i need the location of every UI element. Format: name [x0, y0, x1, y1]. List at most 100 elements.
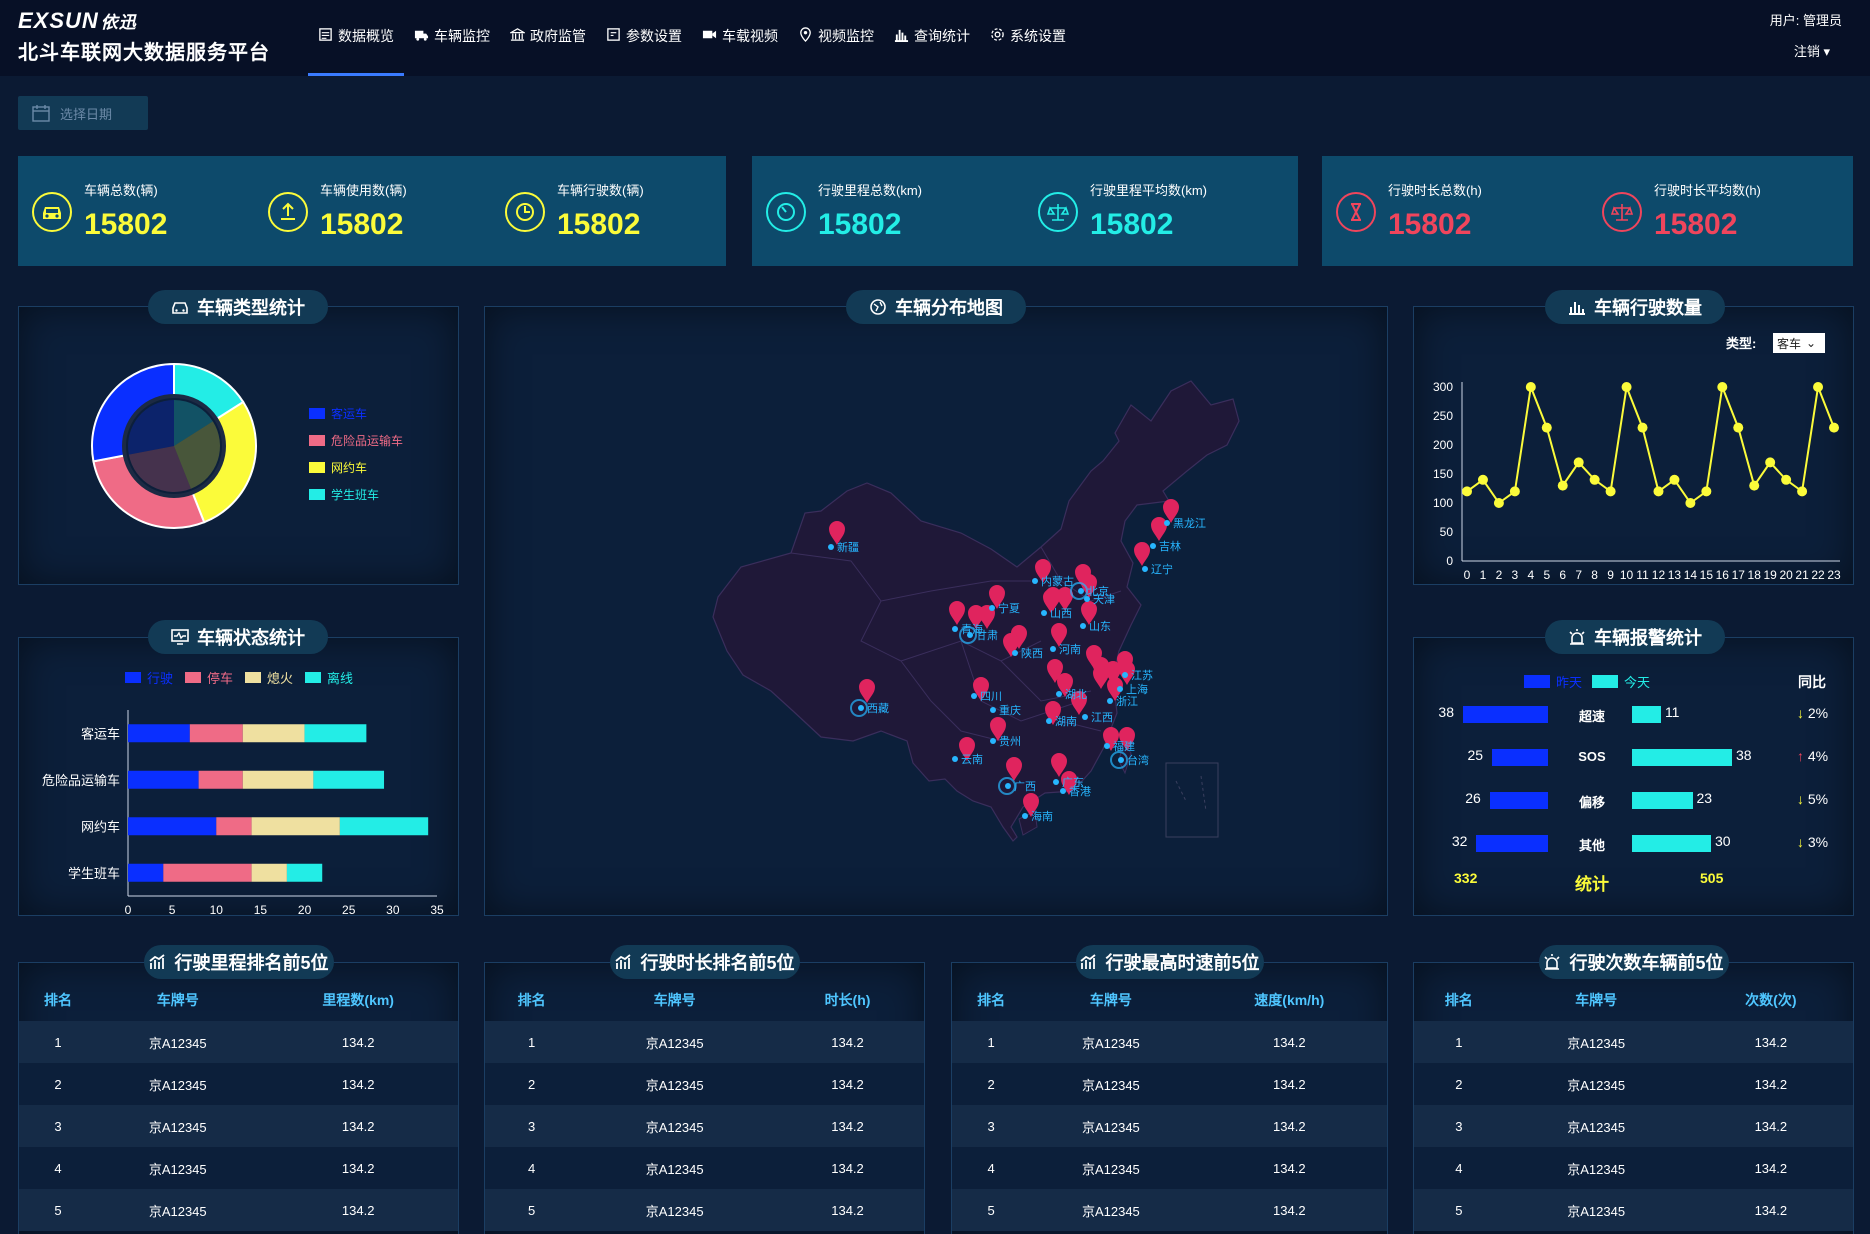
- ranking-panel-3: 排名 车牌号 次数(次) 1 京A12345 134.2 2 京A12345 134.2 3 京A1…: [1413, 962, 1854, 1234]
- table-row[interactable]: 5 京A12345 134.2: [952, 1189, 1387, 1231]
- nav-item-0[interactable]: 数据概览: [308, 0, 404, 76]
- table-cell: 2: [485, 1063, 579, 1105]
- ranking-title-2: 行驶最高时速前5位: [1075, 945, 1264, 979]
- table-row[interactable]: 4 京A12345 134.2: [952, 1147, 1387, 1189]
- bar-segment: [128, 724, 190, 743]
- mileage-stats-card: 行驶里程总数(km) 15802 行驶里程平均数(km) 15802: [752, 156, 1298, 266]
- legend-item[interactable]: 停车: [185, 668, 233, 687]
- map-label: 香港: [1069, 785, 1091, 798]
- table-cell: 京A12345: [578, 1105, 772, 1147]
- legend-label: 客运车: [331, 407, 368, 421]
- table-cell: 京A12345: [1030, 1105, 1192, 1147]
- legend-item[interactable]: 网约车: [309, 459, 403, 476]
- alarm-light-icon: [1544, 954, 1561, 970]
- nav-item-4[interactable]: 车载视频: [692, 0, 788, 76]
- table-row[interactable]: 5 京A12345 134.2: [1414, 1189, 1853, 1231]
- table-row[interactable]: 4 京A12345 134.2: [1414, 1147, 1853, 1189]
- date-picker[interactable]: 选择日期: [18, 96, 148, 130]
- table-cell: 4: [952, 1147, 1031, 1189]
- alarm-today-bar: [1632, 792, 1693, 809]
- legend-item[interactable]: 危险品运输车: [309, 432, 403, 449]
- legend-label: 熄火: [267, 671, 294, 686]
- bar-segment: [242, 770, 314, 789]
- table-row[interactable]: 4 京A12345 134.2: [485, 1147, 924, 1189]
- map-location-dot: [1122, 672, 1128, 678]
- map-location-dot: [967, 632, 973, 638]
- legend-item[interactable]: 学生班车: [309, 486, 403, 503]
- data-point: [1541, 422, 1552, 433]
- nav-item-6[interactable]: 查询统计: [884, 0, 980, 76]
- table-row[interactable]: 3 京A12345 134.2: [19, 1105, 458, 1147]
- nav-item-1[interactable]: 车辆监控: [404, 0, 500, 76]
- balance-scale-icon: [1038, 192, 1078, 232]
- map-marker-icon[interactable]: [1134, 542, 1150, 566]
- table-row[interactable]: 3 京A12345 134.2: [485, 1105, 924, 1147]
- table-row[interactable]: 3 京A12345 134.2: [1414, 1105, 1853, 1147]
- map-location-dot: [1142, 566, 1148, 572]
- table-row[interactable]: 2 京A12345 134.2: [485, 1063, 924, 1105]
- y-tick-label: 0: [1446, 554, 1453, 568]
- table-row[interactable]: 4 京A12345 134.2: [19, 1147, 458, 1189]
- panel-title-text: 行驶次数车辆前5位: [1569, 953, 1724, 973]
- vehicle-map-panel: 新疆 内蒙古 黑龙江 吉林 辽宁 北京 天津 宁夏 山西 山东 青海 甘肃 陕西 河南 江苏 四川 湖北 上海 浙江…: [484, 306, 1388, 916]
- legend-label: 网约车: [331, 461, 368, 475]
- logout-dropdown[interactable]: 注销 ▾: [1770, 41, 1830, 60]
- map-label: 福建: [1113, 739, 1135, 753]
- vehicle-status-panel: 行驶 停车 熄火 离线 0 5 10 15 20 25 30 35 客运车 危险品运输车 网约车 学生班车: [18, 637, 459, 917]
- panel-title-text: 车辆分布地图: [895, 298, 1003, 318]
- driving-count-title: 车辆行驶数量: [1545, 290, 1725, 324]
- table-row[interactable]: 1 京A12345 134.2: [1414, 1021, 1853, 1063]
- table-row[interactable]: 1 京A12345 134.2: [952, 1021, 1387, 1063]
- logo: EXSUN 依迅 北斗车联网大数据服务平台: [18, 8, 270, 65]
- vehicle-type-title: 车辆类型统计: [148, 290, 328, 324]
- column-header: 排名: [977, 992, 1006, 1008]
- map-label: 新疆: [837, 540, 859, 554]
- nav-item-7[interactable]: 系统设置: [980, 0, 1076, 76]
- table-row[interactable]: 3 京A12345 134.2: [952, 1105, 1387, 1147]
- map-label: 台湾: [1127, 753, 1149, 767]
- legend-item[interactable]: 离线: [305, 668, 353, 687]
- driving-count-panel: 类型: 客车 ⌄ 0 50 100 150 200 250 300 0 1 2 3 4 5 6 7 8 9 10 11…: [1413, 306, 1854, 585]
- table-row[interactable]: 1 京A12345 134.2: [19, 1021, 458, 1063]
- nav-item-2[interactable]: 政府监管: [500, 0, 596, 76]
- map-location-dot: [1060, 788, 1066, 794]
- table-cell: 2: [19, 1063, 98, 1105]
- ranking-table: 排名 车牌号 里程数(km) 1 京A12345 134.2 2 京A12345 134.2 3 京…: [19, 979, 458, 1231]
- logo-cn: 依迅: [100, 13, 137, 32]
- nav-item-5[interactable]: 视频监控: [788, 0, 884, 76]
- china-map[interactable]: 新疆内蒙古黑龙江吉林辽宁北京天津宁夏 山西山东青海甘肃陕西 河南江苏四川 湖北 上海浙江…: [485, 307, 1389, 917]
- data-point: [1621, 382, 1632, 392]
- nav-item-3[interactable]: 参数设置: [596, 0, 692, 76]
- data-point: [1653, 486, 1664, 497]
- table-row[interactable]: 1 京A12345 134.2: [485, 1021, 924, 1063]
- globe-icon: [870, 299, 886, 315]
- table-row[interactable]: 2 京A12345 134.2: [19, 1063, 458, 1105]
- table-row[interactable]: 2 京A12345 134.2: [1414, 1063, 1853, 1105]
- legend-item[interactable]: 熄火: [245, 668, 293, 687]
- bar-segment: [313, 770, 385, 789]
- table-row[interactable]: 5 京A12345 134.2: [19, 1189, 458, 1231]
- bar-chart-icon: [894, 29, 909, 42]
- nav-label: 参数设置: [626, 28, 682, 44]
- map-marker-icon[interactable]: [1151, 517, 1167, 541]
- alarm-yoy-value: 3%: [1807, 834, 1829, 850]
- calendar-icon: [32, 105, 50, 122]
- type-select[interactable]: 客车 ⌄: [1773, 333, 1825, 353]
- legend-item[interactable]: 行驶: [125, 668, 173, 687]
- data-point: [1573, 457, 1584, 468]
- table-cell: 京A12345: [1503, 1189, 1689, 1231]
- map-location-dot: [1005, 783, 1011, 789]
- table-cell: 京A12345: [1503, 1021, 1689, 1063]
- panel-title-text: 行驶最高时速前5位: [1105, 953, 1260, 973]
- nav-label: 查询统计: [914, 28, 970, 44]
- map-location-dot: [1022, 813, 1028, 819]
- table-cell: 京A12345: [1030, 1189, 1192, 1231]
- logout-label[interactable]: 注销: [1794, 44, 1820, 59]
- table-row[interactable]: 2 京A12345 134.2: [952, 1063, 1387, 1105]
- table-cell: 5: [952, 1189, 1031, 1231]
- table-cell: 京A12345: [97, 1063, 259, 1105]
- table-row[interactable]: 5 京A12345 134.2: [485, 1189, 924, 1231]
- map-location-dot: [1104, 743, 1110, 749]
- data-point: [1733, 422, 1744, 433]
- legend-item[interactable]: 客运车: [309, 405, 403, 422]
